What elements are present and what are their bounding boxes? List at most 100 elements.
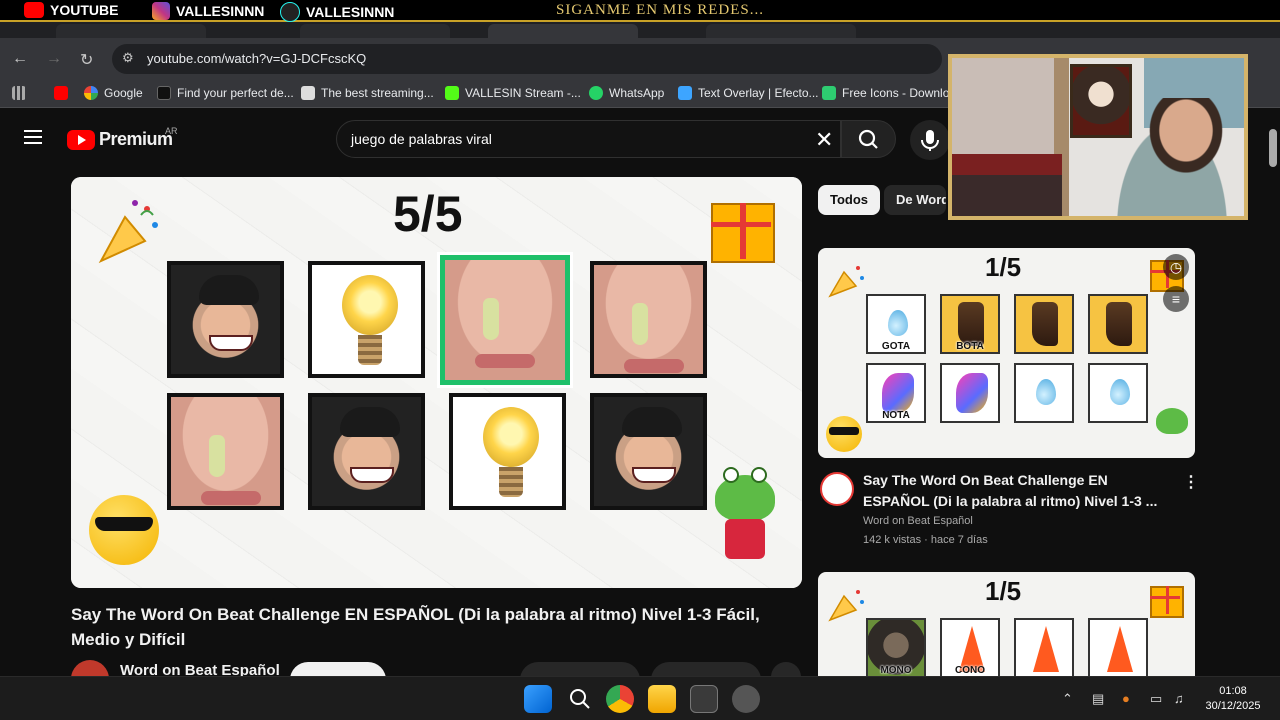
overlay-youtube-label: YOUTUBE	[50, 2, 119, 18]
menu-icon[interactable]	[24, 130, 42, 144]
instagram-icon	[152, 2, 170, 20]
sidebar-video-channel[interactable]: Word on Beat Español	[863, 515, 973, 527]
browser-tab-active[interactable]	[488, 24, 638, 38]
grid-cell-face	[308, 393, 425, 510]
app-icon[interactable]	[690, 685, 718, 713]
back-arrow-icon[interactable]: ←	[12, 50, 28, 68]
clock-time: 01:08	[1219, 685, 1247, 697]
webcam-overlay	[948, 54, 1248, 220]
like-button[interactable]	[520, 662, 640, 676]
sidebar-video-title[interactable]: Say The Word On Beat Challenge EN ESPAÑO…	[863, 470, 1163, 512]
volume-icon[interactable]: ♫	[1174, 691, 1184, 706]
browser-tab[interactable]	[300, 24, 450, 38]
microphone-icon[interactable]: ●	[1122, 691, 1130, 706]
channel-avatar[interactable]	[820, 472, 854, 506]
bookmark-label: VALLESIN Stream -...	[465, 86, 581, 100]
obs-icon[interactable]	[732, 685, 760, 713]
url-text: youtube.com/watch?v=GJ-DCFcscKQ	[147, 51, 367, 66]
tile-bota: BOTA	[940, 294, 1000, 354]
party-popper-icon	[95, 197, 165, 267]
streamer-camera	[1102, 98, 1242, 216]
bookmark-k-icon	[157, 86, 171, 100]
forward-arrow-icon[interactable]: →	[46, 50, 62, 68]
network-icon[interactable]: ▤	[1092, 691, 1104, 707]
apps-grid-icon	[12, 86, 26, 100]
tile-mono: MONO	[866, 618, 926, 676]
bookmark-find[interactable]: Find your perfect de...	[157, 86, 294, 100]
display-icon[interactable]: ▭	[1150, 691, 1162, 707]
subscribe-button[interactable]	[290, 662, 386, 676]
taskbar-clock[interactable]: 01:08 30/12/2025	[1200, 684, 1266, 714]
search-icon	[858, 129, 878, 149]
sidebar-video-meta: Say The Word On Beat Challenge EN ESPAÑO…	[818, 468, 1199, 558]
add-to-queue-icon[interactable]: ≡	[1163, 286, 1189, 312]
bookmark-text-overlay[interactable]: Text Overlay | Efecto...	[678, 86, 819, 100]
scrollbar-thumb[interactable]	[1269, 129, 1277, 167]
tile-cone	[1014, 618, 1074, 676]
youtube-icon	[24, 2, 44, 18]
tile-gota: GOTA	[866, 294, 926, 354]
grid-cell-nose	[167, 393, 284, 510]
bookmark-label: The best streaming...	[321, 86, 434, 100]
tile-cono: CONO	[940, 618, 1000, 676]
bookmark-label: Google	[104, 86, 143, 100]
chip-de-word[interactable]: De Word	[884, 185, 946, 215]
share-button[interactable]	[651, 662, 761, 676]
thumbnail-level-counter: 1/5	[985, 252, 1022, 282]
bookmark-youtube[interactable]	[54, 86, 68, 100]
tray-overflow-icon[interactable]: ⌃	[1062, 691, 1073, 707]
bookmark-label: Free Icons - Downlo	[842, 86, 950, 100]
channel-name[interactable]: Word on Beat Español	[120, 662, 280, 676]
bookmark-free-icons[interactable]: Free Icons - Downlo	[822, 86, 949, 100]
grid-cell-face	[590, 393, 707, 510]
taskbar-search-icon[interactable]	[566, 685, 594, 713]
browser-tab[interactable]	[56, 24, 206, 38]
chrome-icon[interactable]	[606, 685, 634, 713]
thumbnail-level-counter: 1/5	[985, 576, 1022, 606]
youtube-icon	[67, 129, 95, 150]
search-query: juego de palabras viral	[351, 131, 492, 147]
site-settings-icon[interactable]: ⚙	[122, 50, 134, 66]
search-button[interactable]	[841, 120, 896, 158]
sunglasses-emoji-icon	[89, 495, 159, 565]
page-scrollbar[interactable]	[1266, 115, 1280, 675]
sidebar-video-thumbnail[interactable]: 1/5 MONO CONO	[818, 572, 1195, 676]
apps-button[interactable]	[12, 86, 26, 100]
start-windows-icon[interactable]	[524, 685, 552, 713]
bookmark-streaming[interactable]: The best streaming...	[301, 86, 434, 100]
video-player[interactable]: 5/5	[71, 177, 802, 588]
overlay-tiktok-label: VALLESINNN	[306, 4, 395, 20]
search-input[interactable]: juego de palabras viral ✕	[336, 120, 841, 158]
file-explorer-icon[interactable]	[648, 685, 676, 713]
more-actions-button[interactable]	[771, 662, 801, 676]
bookmark-label: Find your perfect de...	[177, 86, 294, 100]
browser-tab[interactable]	[706, 24, 856, 38]
more-vert-icon[interactable]: ⋮	[1183, 472, 1199, 492]
watch-later-icon[interactable]: ◷	[1163, 254, 1189, 280]
grid-cell-nose	[590, 261, 707, 378]
youtube-premium-logo[interactable]: Premium AR	[67, 126, 178, 150]
frog-mascot-icon	[715, 467, 775, 559]
bookmark-vallesin[interactable]: VALLESIN Stream -...	[445, 86, 581, 100]
tile-cone	[1088, 618, 1148, 676]
clear-search-icon[interactable]: ✕	[815, 127, 833, 153]
overlay-youtube: YOUTUBE	[24, 2, 118, 18]
whatsapp-icon	[589, 86, 603, 100]
sunglasses-emoji-icon	[826, 416, 862, 452]
gift-icon	[1150, 586, 1184, 618]
tiktok-icon	[280, 2, 300, 22]
premium-label: Premium	[99, 129, 173, 149]
voice-search-button[interactable]	[910, 120, 950, 160]
bookmark-whatsapp[interactable]: WhatsApp	[589, 86, 664, 100]
sidebar-video-thumbnail[interactable]: 1/5 ◷ ≡ GOTA BOTA NOTA	[818, 248, 1195, 458]
windows-taskbar: ⌃ ▤ ● ▭ ♫ 01:08 30/12/2025	[0, 676, 1280, 720]
reload-icon[interactable]: ↻	[80, 50, 93, 70]
tile-boot	[1088, 294, 1148, 354]
chip-todos[interactable]: Todos	[818, 185, 881, 215]
bookmark-icon	[301, 86, 315, 100]
tile-drop	[1088, 363, 1148, 423]
channel-avatar[interactable]	[71, 660, 109, 676]
bookmark-google[interactable]: Google	[84, 86, 143, 100]
browser-tabstrip	[0, 22, 1280, 38]
address-bar[interactable]: ⚙ youtube.com/watch?v=GJ-DCFcscKQ	[112, 44, 942, 74]
